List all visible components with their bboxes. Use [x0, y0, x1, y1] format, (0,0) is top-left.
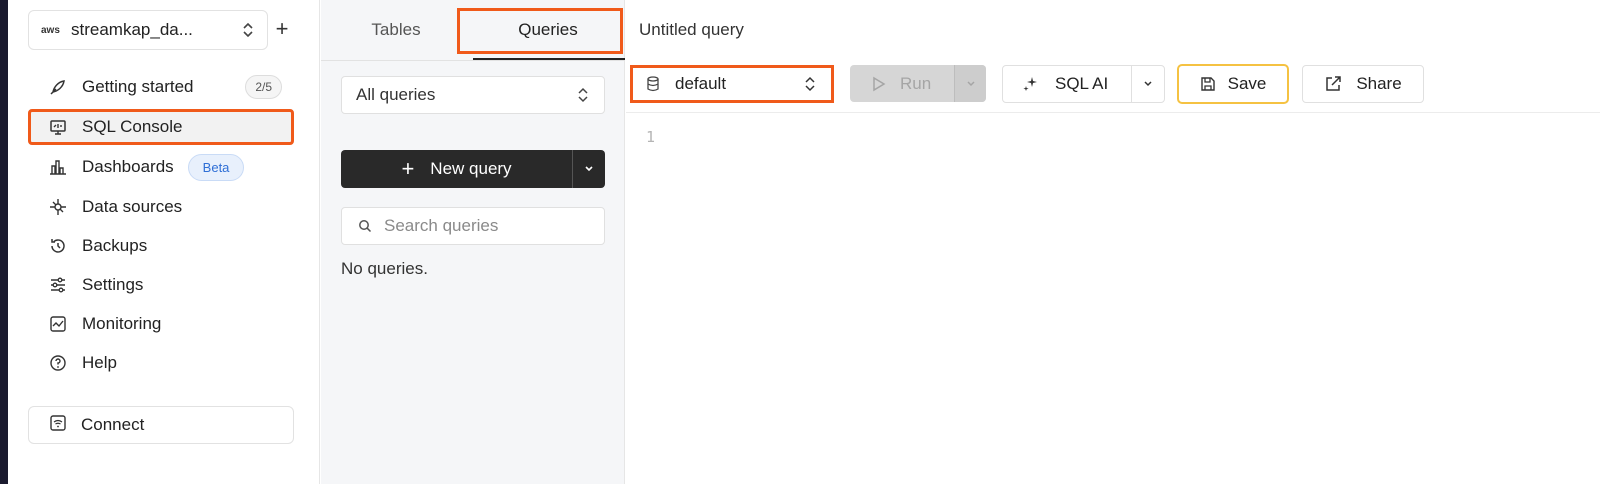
save-label: Save — [1227, 74, 1267, 93]
search-queries-input[interactable] — [384, 216, 584, 236]
tab-queries[interactable]: Queries — [457, 0, 625, 60]
aws-logo: aws — [41, 24, 60, 36]
database-value: default — [675, 74, 727, 93]
new-query-dropdown-button[interactable] — [573, 165, 605, 173]
service-name: streamkap_da... — [71, 20, 193, 39]
database-select[interactable]: default — [630, 65, 834, 103]
run-dropdown-button[interactable] — [954, 65, 986, 102]
service-selector[interactable]: aws streamkap_da... — [28, 10, 268, 50]
history-icon — [48, 236, 68, 256]
sidebar: aws streamkap_da... + Getting started 2/… — [8, 0, 320, 484]
chevron-up-down-icon — [578, 87, 588, 103]
share-button[interactable]: Share — [1302, 65, 1424, 103]
query-editor: Untitled query default Run SQL AI Save S… — [626, 0, 1600, 484]
sidebar-item-sql-console[interactable]: SQL Console — [28, 109, 294, 145]
sidebar-item-label: Data sources — [82, 197, 183, 216]
rocket-icon — [48, 77, 68, 97]
sidebar-item-label: SQL Console — [82, 117, 183, 136]
add-service-button[interactable]: + — [270, 18, 294, 42]
database-icon — [647, 76, 659, 92]
new-query-label: New query — [430, 159, 512, 178]
run-button-group: Run — [850, 65, 986, 102]
new-query-button[interactable]: + New query — [341, 150, 573, 188]
sidebar-item-help[interactable]: Help — [28, 345, 294, 381]
connect-label: Connect — [81, 415, 145, 434]
sidebar-item-label: Getting started — [82, 77, 194, 96]
external-link-icon — [1326, 76, 1342, 91]
line-number: 1 — [646, 128, 656, 146]
app-window: aws streamkap_da... + Getting started 2/… — [8, 0, 1600, 484]
save-icon — [1200, 77, 1215, 91]
query-filter-select[interactable]: All queries — [341, 76, 605, 114]
sidebar-item-label: Backups — [82, 236, 148, 255]
connect-button[interactable]: Connect — [28, 406, 294, 444]
chevron-down-icon — [966, 80, 975, 86]
sparkles-icon — [1023, 77, 1037, 91]
chevron-up-down-icon — [243, 22, 253, 38]
query-filter-value: All queries — [356, 85, 436, 104]
divider — [321, 60, 625, 61]
sidebar-item-label: Settings — [82, 275, 144, 294]
plus-icon: + — [401, 156, 415, 181]
sidebar-item-dashboards[interactable]: Dashboards Beta — [28, 149, 294, 185]
sidebar-item-backups[interactable]: Backups — [28, 228, 294, 264]
help-circle-icon — [48, 353, 68, 373]
chevron-down-icon — [1144, 81, 1152, 87]
play-icon — [873, 76, 886, 91]
chevron-down-icon — [585, 166, 593, 172]
sliders-icon — [48, 275, 68, 295]
sql-ai-dropdown-button[interactable] — [1132, 80, 1164, 88]
progress-badge: 2/5 — [245, 75, 282, 99]
share-label: Share — [1356, 74, 1402, 93]
highlight-box — [457, 8, 623, 54]
sidebar-item-getting-started[interactable]: Getting started 2/5 — [28, 69, 294, 105]
console-icon — [48, 117, 68, 137]
bar-chart-icon — [48, 157, 68, 177]
save-button[interactable]: Save — [1177, 64, 1289, 104]
new-query-button-group: + New query — [341, 150, 605, 188]
data-sources-icon — [48, 197, 68, 217]
query-title[interactable]: Untitled query — [639, 20, 744, 40]
sidebar-item-label: Monitoring — [82, 314, 162, 333]
divider — [626, 112, 1600, 113]
run-button[interactable]: Run — [850, 65, 954, 102]
queries-panel: Tables Queries All queries + New query N… — [321, 0, 625, 484]
sidebar-item-data-sources[interactable]: Data sources — [28, 189, 294, 225]
chevron-up-down-icon — [805, 76, 815, 92]
search-queries-box — [341, 207, 605, 245]
search-icon — [359, 220, 372, 233]
tab-tables[interactable]: Tables — [321, 0, 471, 60]
sql-ai-button-group: SQL AI — [1002, 65, 1165, 103]
empty-state-text: No queries. — [341, 259, 428, 278]
beta-badge: Beta — [187, 153, 245, 181]
run-label: Run — [900, 73, 932, 93]
sql-ai-label: SQL AI — [1055, 74, 1109, 93]
connect-icon — [49, 414, 67, 437]
sidebar-item-label: Dashboards — [82, 157, 174, 176]
sidebar-item-settings[interactable]: Settings — [28, 267, 294, 303]
sql-ai-button[interactable]: SQL AI — [1003, 66, 1132, 102]
sql-code-editor[interactable] — [670, 124, 1580, 464]
sidebar-item-monitoring[interactable]: Monitoring — [28, 306, 294, 342]
chart-line-icon — [48, 314, 68, 334]
sidebar-item-label: Help — [82, 353, 117, 372]
